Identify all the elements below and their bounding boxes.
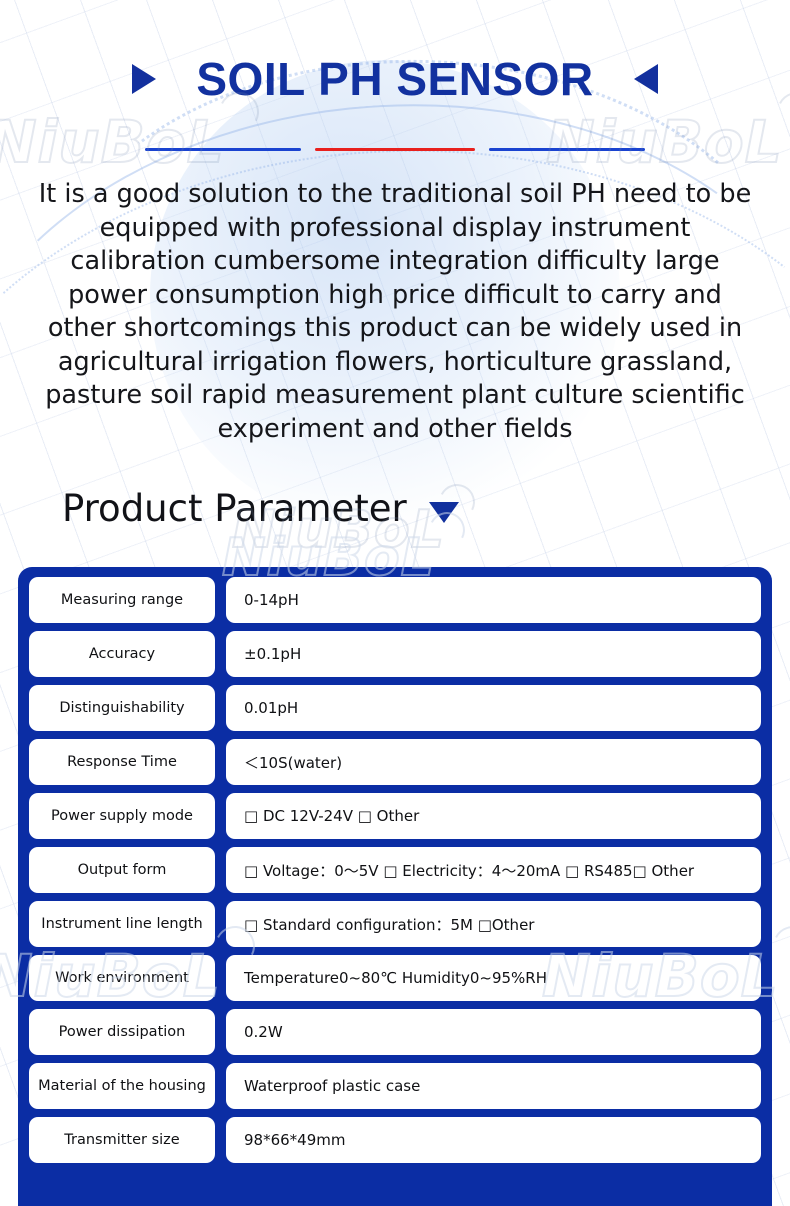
spec-label-cell: Work environment bbox=[29, 955, 215, 1001]
table-row: Response Time ＜10S(water) bbox=[29, 739, 761, 785]
spec-value-cell: ＜10S(water) bbox=[226, 739, 761, 785]
spec-label-cell: Accuracy bbox=[29, 631, 215, 677]
spec-value-cell: □ Voltage：0〜5V □ Electricity：4〜20mA □ RS… bbox=[226, 847, 761, 893]
divider-segment-blue-left bbox=[145, 148, 301, 151]
spec-label-cell: Material of the housing bbox=[29, 1063, 215, 1109]
divider-segment-red bbox=[315, 148, 475, 151]
table-row: Output form □ Voltage：0〜5V □ Electricity：… bbox=[29, 847, 761, 893]
spec-label-cell: Transmitter size bbox=[29, 1117, 215, 1163]
spec-value-cell: □ Standard configuration：5M □Other bbox=[226, 901, 761, 947]
page-title: SOIL PH SENSOR bbox=[196, 53, 594, 105]
spec-label-cell: Distinguishability bbox=[29, 685, 215, 731]
spec-label-cell: Power dissipation bbox=[29, 1009, 215, 1055]
triangle-right-icon bbox=[132, 64, 157, 94]
table-row: Power supply mode □ DC 12V-24V □ Other bbox=[29, 793, 761, 839]
specification-table: Measuring range 0-14pH Accuracy ±0.1pH Disti… bbox=[18, 567, 772, 1206]
spec-value-cell: □ DC 12V-24V □ Other bbox=[226, 793, 761, 839]
triangle-down-icon bbox=[428, 501, 459, 523]
spec-value-cell: 0.2W bbox=[226, 1009, 761, 1055]
table-row: Power dissipation 0.2W bbox=[29, 1009, 761, 1055]
table-row: Distinguishability 0.01pH bbox=[29, 685, 761, 731]
spec-label-cell: Instrument line length bbox=[29, 901, 215, 947]
spec-label-cell: Power supply mode bbox=[29, 793, 215, 839]
table-row: Instrument line length □ Standard configu… bbox=[29, 901, 761, 947]
divider-segment-blue-right bbox=[489, 148, 645, 151]
table-row: Accuracy ±0.1pH bbox=[29, 631, 761, 677]
spec-value-cell: ±0.1pH bbox=[226, 631, 761, 677]
spec-label-cell: Output form bbox=[29, 847, 215, 893]
intro-paragraph: It is a good solution to the traditional… bbox=[38, 179, 752, 444]
spec-value-cell: 0.01pH bbox=[226, 685, 761, 731]
title-divider bbox=[0, 148, 790, 151]
page-header: SOIL PH SENSOR bbox=[0, 0, 790, 175]
table-row: Material of the housing Waterproof plasti… bbox=[29, 1063, 761, 1109]
spec-value-cell: 98*66*49mm bbox=[226, 1117, 761, 1163]
product-spec-page: SOIL PH SENSOR It is a good solution to … bbox=[0, 0, 790, 1206]
table-row: Transmitter size 98*66*49mm bbox=[29, 1117, 761, 1163]
section-title: Product Parameter bbox=[62, 487, 407, 530]
spec-value-cell: 0-14pH bbox=[226, 577, 761, 623]
triangle-left-icon bbox=[633, 64, 658, 94]
spec-value-cell: Waterproof plastic case bbox=[226, 1063, 761, 1109]
section-heading: Product Parameter bbox=[62, 487, 459, 531]
table-row: Measuring range 0-14pH bbox=[29, 577, 761, 623]
table-row: Work environment Temperature0~80℃ Humidit… bbox=[29, 955, 761, 1001]
spec-label-cell: Measuring range bbox=[29, 577, 215, 623]
title-row: SOIL PH SENSOR bbox=[0, 56, 790, 102]
spec-value-cell: Temperature0~80℃ Humidity0~95%RH bbox=[226, 955, 761, 1001]
spec-label-cell: Response Time bbox=[29, 739, 215, 785]
